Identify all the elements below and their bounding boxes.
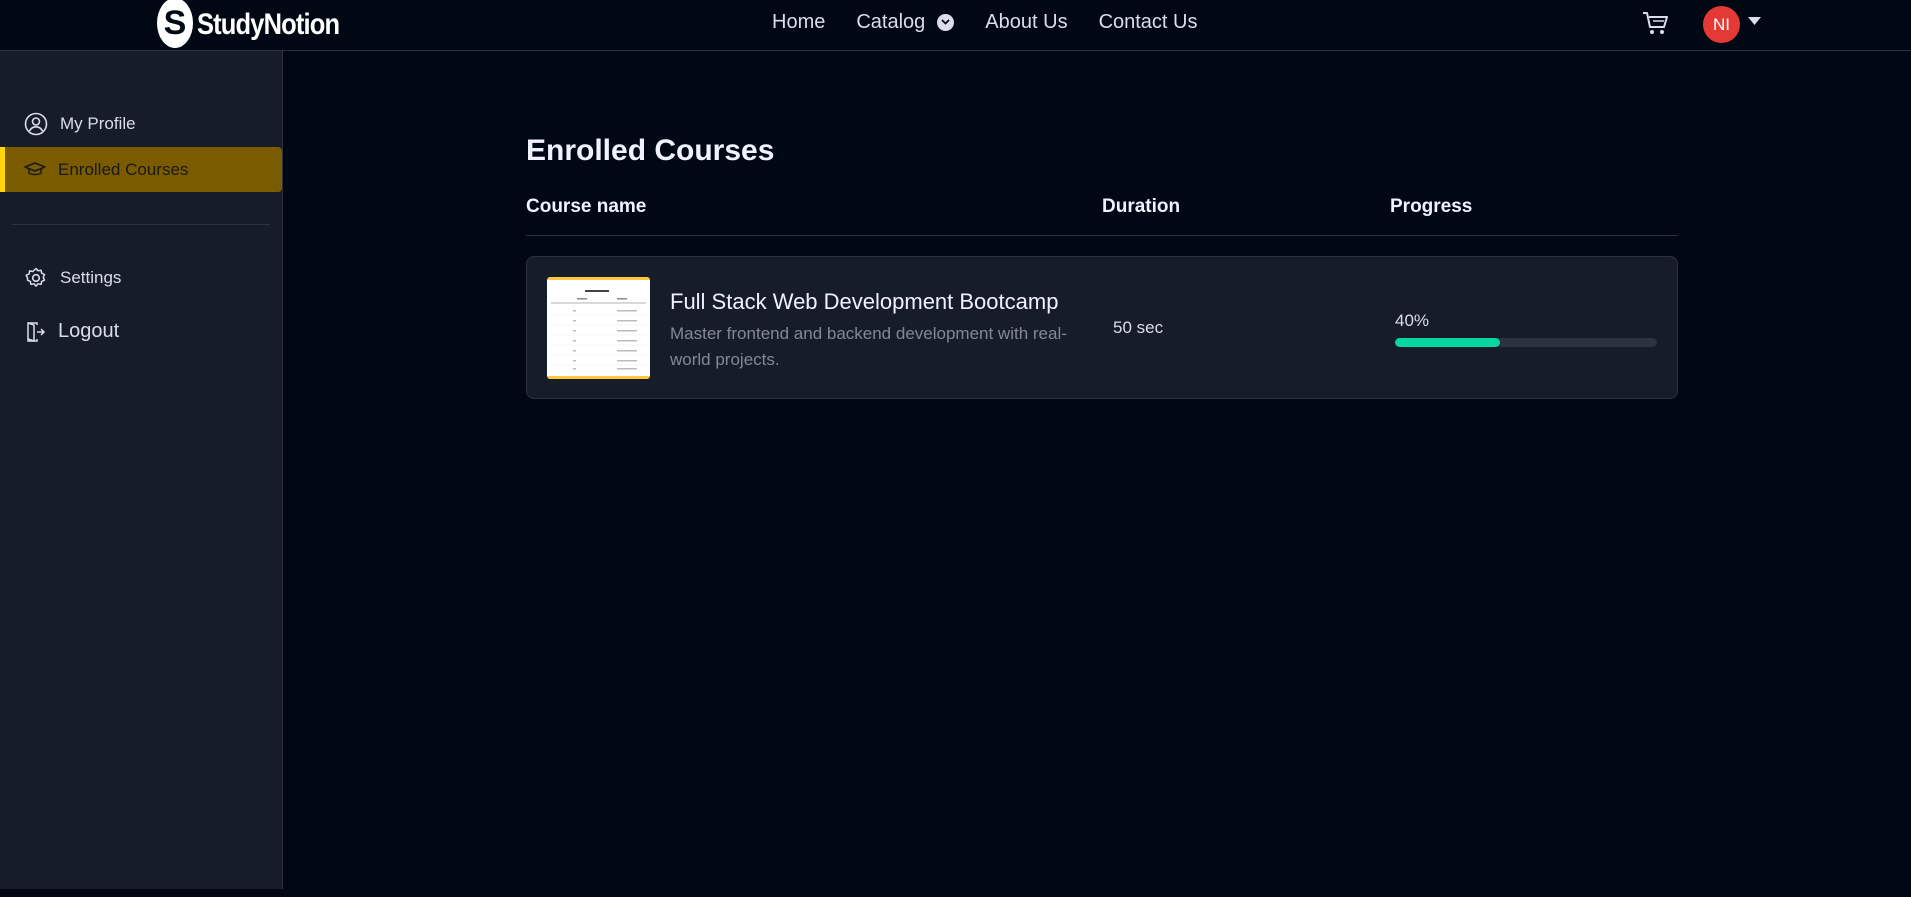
sidebar-item-settings[interactable]: Settings xyxy=(0,255,282,300)
brand-logo[interactable]: S StudyNotion xyxy=(157,0,364,50)
course-row[interactable]: Full Stack Web Development Bootcamp Mast… xyxy=(526,256,1678,399)
column-header-progress: Progress xyxy=(1390,196,1473,217)
sidebar-item-my-profile[interactable]: My Profile xyxy=(0,101,282,146)
logo-mark: S xyxy=(157,0,193,50)
nav-about[interactable]: About Us xyxy=(985,11,1067,34)
sidebar: My Profile Enrolled Courses Settings Log… xyxy=(0,51,283,889)
brand-name: StudyNotion xyxy=(197,8,340,41)
nav-catalog[interactable]: Catalog xyxy=(856,10,955,34)
avatar[interactable]: NI xyxy=(1703,6,1740,43)
sidebar-divider xyxy=(12,224,270,225)
chevron-down-icon xyxy=(937,13,955,31)
caret-down-icon[interactable] xyxy=(1748,17,1761,26)
sidebar-item-enrolled-courses[interactable]: Enrolled Courses xyxy=(0,147,282,192)
graduation-cap-icon xyxy=(24,161,46,175)
user-circle-icon xyxy=(24,112,48,135)
course-thumbnail[interactable] xyxy=(547,277,650,379)
main-nav: Home Catalog About Us Contact Us xyxy=(772,0,1198,44)
logout-icon xyxy=(27,321,46,342)
column-header-duration: Duration xyxy=(1102,196,1181,217)
nav-catalog-label: Catalog xyxy=(856,10,926,33)
progress-bar xyxy=(1395,338,1657,347)
nav-contact[interactable]: Contact Us xyxy=(1099,11,1198,34)
cart-icon[interactable] xyxy=(1641,9,1669,37)
course-title[interactable]: Full Stack Web Development Bootcamp xyxy=(670,289,1058,315)
nav-home[interactable]: Home xyxy=(772,11,825,34)
thumbnail-image xyxy=(547,280,650,376)
table-header: Course name Duration Progress xyxy=(526,196,1678,236)
progress-bar-fill xyxy=(1395,338,1500,347)
course-description: Master frontend and backend development … xyxy=(670,324,1067,369)
top-navbar: S StudyNotion Home Catalog About Us Cont… xyxy=(0,0,1911,51)
page-title: Enrolled Courses xyxy=(526,134,775,167)
sidebar-item-label: My Profile xyxy=(60,113,136,133)
sidebar-item-logout[interactable]: Logout xyxy=(0,309,282,354)
sidebar-item-label: Enrolled Courses xyxy=(58,159,189,179)
progress-label: 40% xyxy=(1395,311,1430,330)
sidebar-item-label: Logout xyxy=(58,320,120,342)
column-header-course-name: Course name xyxy=(526,196,647,217)
gear-icon xyxy=(25,267,46,287)
course-duration: 50 sec xyxy=(1113,318,1164,337)
sidebar-item-label: Settings xyxy=(60,267,122,287)
